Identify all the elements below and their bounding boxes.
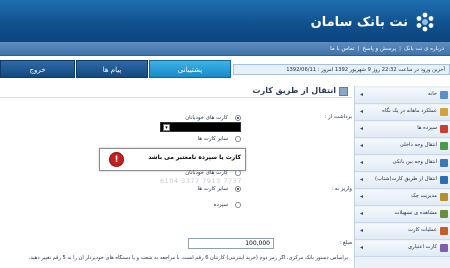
sidebar-item-9[interactable]: کارت اعتباری ◂: [355, 241, 450, 257]
to-own-cards-radio[interactable]: [235, 170, 241, 176]
nav-faq-link[interactable]: پرسش و پاسخ: [362, 44, 396, 54]
bank-logo[interactable]: نت بانک سامان: [311, 10, 436, 34]
credit-card-icon: [440, 244, 448, 252]
from-other-cards-radio[interactable]: [235, 136, 241, 142]
chart-icon: [440, 108, 448, 116]
card-ops-icon: [440, 227, 448, 235]
card-number-hint: 6104 3377 7913 7737: [160, 177, 242, 185]
site-header: نت بانک سامان: [0, 0, 450, 42]
sidebar-item-label: مشاهده ی تسهیلات: [394, 210, 437, 216]
to-deposit-radio[interactable]: [235, 202, 241, 208]
page-title: انتقال از طریق کارت: [252, 86, 336, 95]
card-icon: [440, 176, 448, 184]
cheque-icon: [440, 193, 448, 201]
source-card-select[interactable]: ▾: [160, 122, 241, 132]
chevron-left-icon: ◂: [360, 159, 364, 166]
nav-about-link[interactable]: درباره ی نت بانک: [404, 44, 444, 54]
chevron-left-icon: ◂: [360, 210, 364, 217]
sidebar-menu: خانه ◂ عملکرد ماهانه در یک نگاه ◂ سپرده ها ◂ ا…: [354, 86, 450, 268]
transfer-icon: [440, 142, 448, 150]
sidebar-item-7[interactable]: مشاهده ی تسهیلات ◂: [355, 207, 450, 223]
sidebar-item-label: خانه: [427, 91, 437, 97]
chevron-left-icon: ◂: [360, 142, 364, 149]
nav-separator: |: [399, 46, 401, 52]
logout-tab[interactable]: خروج: [0, 60, 75, 78]
loan-icon: [440, 210, 448, 218]
to-own-cards-label: کارت های خودبانان: [185, 170, 228, 176]
chevron-left-icon: ◂: [360, 91, 364, 98]
chevron-left-icon: ◂: [360, 244, 364, 251]
transfer-page-icon: [339, 87, 348, 96]
messages-tab[interactable]: پیام ها: [76, 60, 148, 78]
to-label: واریز به :: [331, 186, 352, 192]
pin-notice: براساس دستور بانک مرکزی، اگر رمز دوم (خر…: [28, 255, 348, 261]
chevron-left-icon: ◂: [360, 125, 364, 132]
sidebar-item-label: سپرده ها: [417, 125, 437, 131]
sidebar-item-5[interactable]: انتقال از طریق کارت(شتاب) ◂: [355, 173, 450, 189]
to-deposit-label: سپرده: [213, 202, 228, 208]
from-label: برداشت از :: [324, 114, 352, 120]
sidebar-item-label: عملکرد ماهانه در یک نگاه: [382, 108, 437, 114]
error-alert: ! کارت یا سپرده نامعتبر می باشد: [99, 148, 246, 171]
from-own-cards-radio[interactable]: [235, 115, 241, 121]
login-status-bar: آخرین ورود در ساعت 22:32 روز 9 شهریور 13…: [233, 64, 450, 75]
nav-contact-link[interactable]: تماس با ما: [330, 44, 354, 54]
sidebar-item-label: انتقال وجه بین بانکی: [392, 159, 437, 165]
error-icon: !: [109, 152, 124, 167]
sidebar-item-label: انتقال از طریق کارت(شتاب): [375, 176, 437, 182]
sidebar-item-label: کارت اعتباری: [408, 244, 437, 250]
to-other-cards-label: سایر کارت ها: [197, 186, 228, 192]
sidebar-item-label: انتقال وجه داخلی: [399, 142, 437, 148]
chevron-down-icon: ▾: [163, 124, 170, 131]
sidebar-item-label: عملیات کارت: [408, 227, 437, 233]
chevron-left-icon: ◂: [360, 176, 364, 183]
deposit-icon: [440, 125, 448, 133]
sidebar-item-6[interactable]: مدیریت چک ◂: [355, 190, 450, 206]
sidebar-item-3[interactable]: انتقال وجه داخلی ◂: [355, 139, 450, 155]
top-navbar: درباره ی نت بانک | پرسش و پاسخ | تماس با…: [0, 42, 450, 56]
sidebar-item-1[interactable]: عملکرد ماهانه در یک نگاه ◂: [355, 105, 450, 121]
sidebar-item-4[interactable]: انتقال وجه بین بانکی ◂: [355, 156, 450, 172]
sidebar-item-0[interactable]: خانه ◂: [355, 88, 450, 104]
nav-separator: |: [357, 46, 360, 52]
amount-label: مبلغ :: [339, 240, 352, 246]
sidebar-item-8[interactable]: عملیات کارت ◂: [355, 224, 450, 240]
chevron-left-icon: ◂: [360, 227, 364, 234]
from-other-cards-label: سایر کارت ها: [197, 136, 228, 142]
support-tab[interactable]: پشتیبانی: [149, 60, 231, 78]
page-header: انتقال از طریق کارت: [0, 84, 352, 98]
home-icon: [440, 91, 448, 99]
sidebar-item-2[interactable]: سپرده ها ◂: [355, 122, 450, 138]
bank-icon: [440, 159, 448, 167]
logo-text: نت بانک سامان: [310, 14, 408, 30]
chevron-left-icon: ◂: [360, 108, 364, 115]
chevron-left-icon: ◂: [360, 193, 364, 200]
from-own-cards-label: کارت های خودبانان: [185, 115, 228, 121]
alert-message: کارت یا سپرده نامعتبر می باشد: [148, 154, 241, 161]
to-other-cards-radio[interactable]: [235, 186, 241, 192]
amount-input[interactable]: 100,000: [188, 238, 274, 249]
sidebar-item-label: مدیریت چک: [411, 193, 437, 199]
logo-mark-icon: [414, 11, 436, 33]
